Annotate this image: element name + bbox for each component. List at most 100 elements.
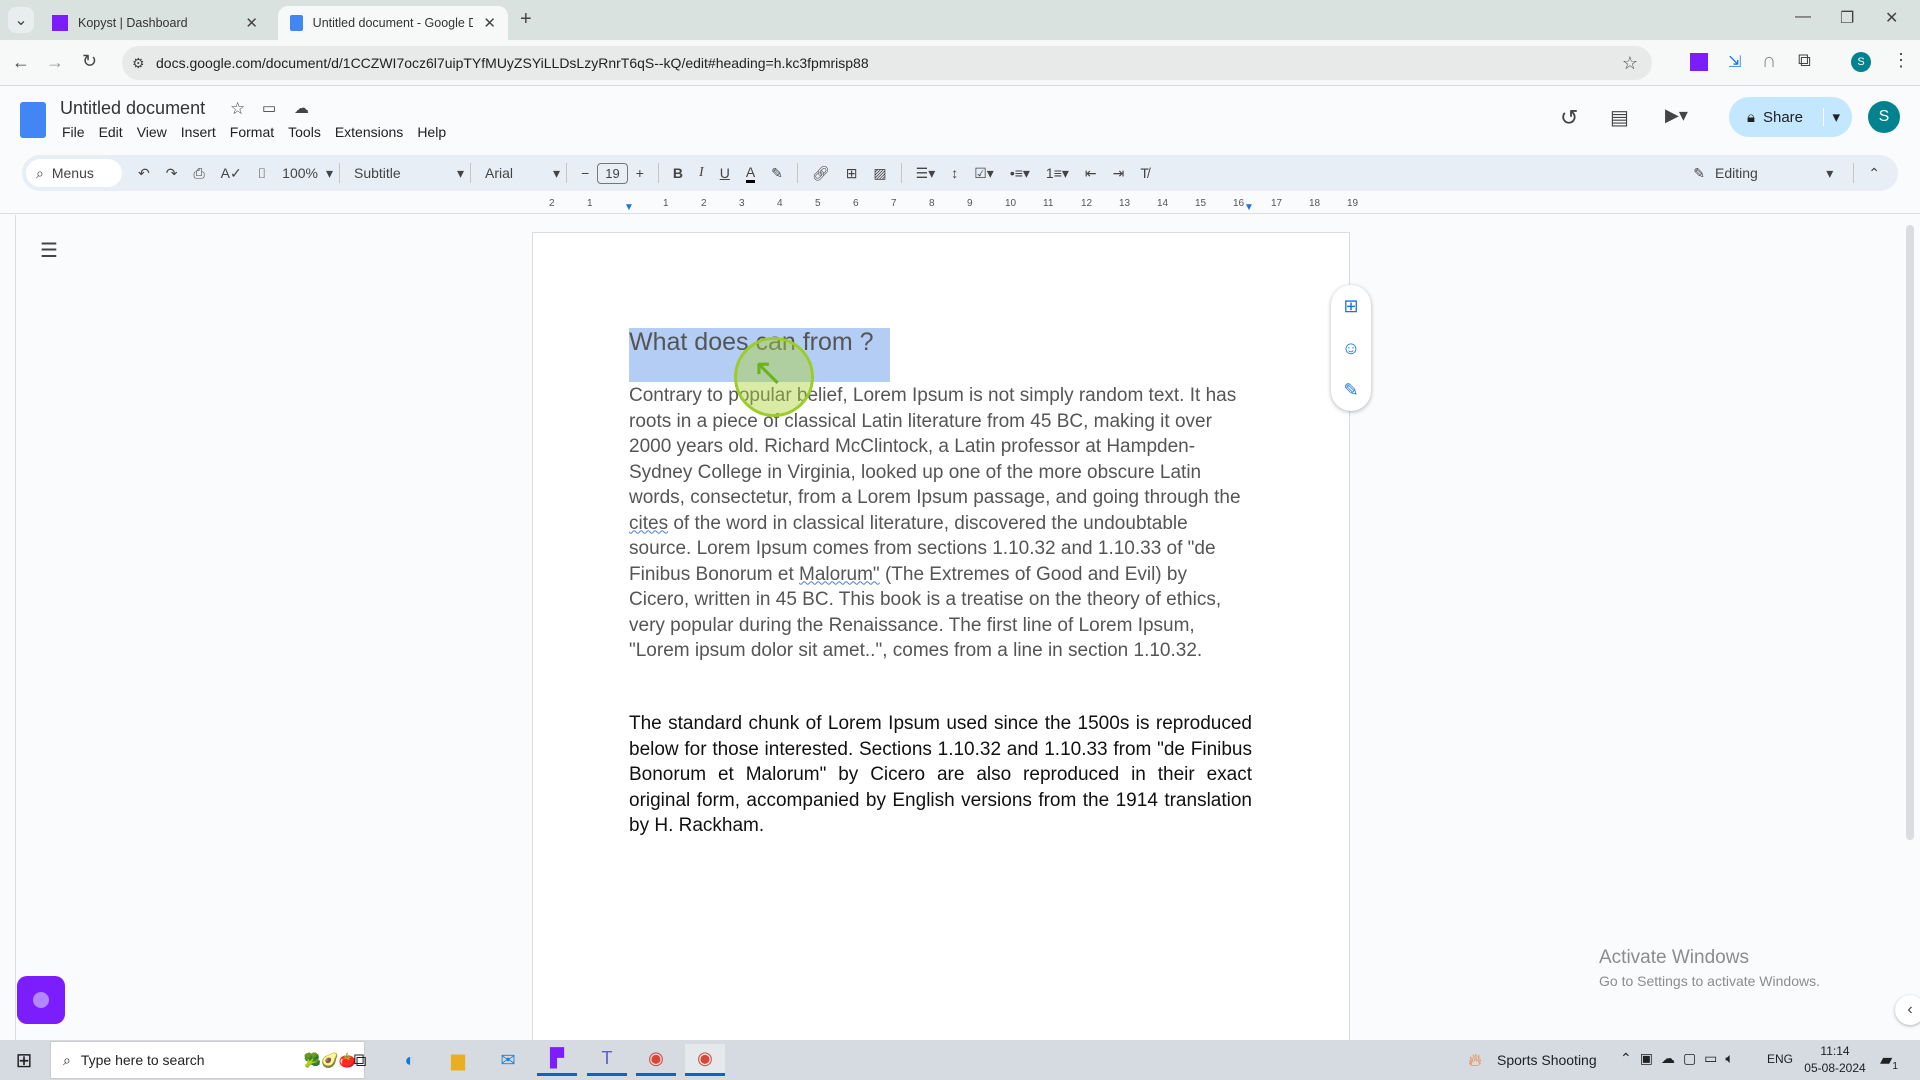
scrollbar[interactable] <box>1906 225 1914 840</box>
share-dropdown-icon[interactable]: ▾ <box>1823 108 1840 126</box>
new-tab-icon[interactable]: + <box>520 8 532 31</box>
menu-format[interactable]: Format <box>230 124 274 140</box>
suggest-edits-icon[interactable]: ✎ <box>1343 380 1358 401</box>
style-select[interactable]: Subtitle <box>354 165 449 181</box>
chrome-a-icon[interactable]: ◉ <box>636 1044 676 1076</box>
clock[interactable]: 11:14 05-08-2024 <box>1800 1043 1870 1077</box>
extensions-puzzle-icon[interactable]: ⧉ <box>1798 50 1811 71</box>
menu-view[interactable]: View <box>137 124 167 140</box>
decrease-font-icon[interactable]: − <box>581 165 589 181</box>
back-icon[interactable]: ← <box>12 52 30 73</box>
link-icon[interactable]: 🔗︎ <box>812 165 830 182</box>
editing-mode-select[interactable]: ✎ Editing ▾ <box>1693 165 1833 182</box>
close-window-icon[interactable]: ✕ <box>1885 8 1898 28</box>
tab-google-docs[interactable]: Untitled document - Google Docs ✕ <box>278 6 508 40</box>
menu-insert[interactable]: Insert <box>181 124 216 140</box>
increase-indent-icon[interactable]: ⇥ <box>1113 165 1125 182</box>
decrease-indent-icon[interactable]: ⇤ <box>1085 165 1097 182</box>
close-tab-icon[interactable]: ✕ <box>245 14 258 32</box>
redo-icon[interactable]: ↷ <box>166 165 178 182</box>
profile-avatar[interactable]: S <box>1851 52 1871 72</box>
account-avatar[interactable]: S <box>1868 101 1900 133</box>
kopyst-taskbar-icon[interactable]: ▛ <box>537 1044 577 1076</box>
zoom-select[interactable]: 100% <box>282 165 318 181</box>
minimize-icon[interactable]: — <box>1795 8 1811 26</box>
file-explorer-icon[interactable]: ▆ <box>438 1044 478 1076</box>
emoji-reaction-icon[interactable]: ☺ <box>1342 338 1360 359</box>
weather-label[interactable]: Sports Shooting <box>1497 1052 1597 1068</box>
mail-icon[interactable]: ✉ <box>488 1044 528 1076</box>
menus-search[interactable]: ⌕ Menus <box>26 159 122 187</box>
add-comment-icon[interactable]: ⊞ <box>846 165 858 182</box>
paint-format-icon[interactable]: ⌷ <box>258 165 266 182</box>
menu-help[interactable]: Help <box>417 124 446 140</box>
task-view-icon-glyph[interactable]: ⧉ <box>340 1044 380 1076</box>
print-icon[interactable]: ⎙ <box>193 165 204 182</box>
extension-icon[interactable]: ⇲ <box>1728 52 1741 72</box>
add-comment-icon[interactable]: ⊞ <box>1343 296 1358 317</box>
vertical-ruler[interactable] <box>0 215 16 1040</box>
increase-font-icon[interactable]: + <box>636 165 644 181</box>
reload-icon[interactable]: ↻ <box>82 51 97 72</box>
spellcheck-icon[interactable]: A✓ <box>221 165 242 182</box>
font-size-input[interactable]: 19 <box>597 162 628 184</box>
font-select[interactable]: Arial <box>485 165 545 181</box>
move-folder-icon[interactable]: ▭ <box>262 99 276 117</box>
highlight-icon[interactable]: ✎ <box>771 165 783 182</box>
paragraph-1[interactable]: Contrary to popular belief, Lorem Ipsum … <box>629 383 1252 664</box>
insert-image-icon[interactable]: ▨ <box>873 165 886 182</box>
paragraph-2[interactable]: The standard chunk of Lorem Ipsum used s… <box>629 711 1252 839</box>
more-menu-icon[interactable]: ⋮ <box>1892 50 1910 71</box>
underline-icon[interactable]: U <box>720 165 730 181</box>
extension-arch-icon[interactable]: ∩ <box>1762 50 1776 73</box>
menu-edit[interactable]: Edit <box>99 124 123 140</box>
restore-icon[interactable]: ❐ <box>1840 8 1854 28</box>
left-indent-marker[interactable]: ▼ <box>624 202 634 213</box>
system-tray-icons[interactable]: ⌃▣☁▢▭🔈︎ <box>1620 1050 1742 1067</box>
italic-icon[interactable]: I <box>699 165 704 181</box>
text-color-icon[interactable]: A <box>745 164 756 183</box>
kopyst-icon <box>52 15 68 31</box>
language-indicator[interactable]: ENG <box>1767 1052 1793 1066</box>
search-icon: ⌕ <box>36 164 44 181</box>
windows-start-icon[interactable]: ⊞ <box>4 1044 44 1076</box>
side-panel-toggle[interactable]: ‹ <box>1895 995 1920 1025</box>
close-tab-icon[interactable]: ✕ <box>483 14 496 32</box>
star-icon[interactable]: ☆ <box>230 99 245 119</box>
undo-icon[interactable]: ↶ <box>138 165 150 182</box>
tab-search-button[interactable]: ⌄ <box>8 7 34 33</box>
version-history-icon[interactable]: ↺ <box>1560 105 1578 131</box>
cloud-saved-icon[interactable]: ☁ <box>294 99 309 117</box>
right-indent-marker[interactable]: ▼ <box>1244 202 1254 213</box>
kopyst-extension-icon[interactable] <box>1690 53 1708 71</box>
docs-logo-icon[interactable] <box>20 102 46 138</box>
document-title[interactable]: Untitled document <box>60 98 205 119</box>
bookmark-star-icon[interactable]: ☆ <box>1622 46 1638 80</box>
horizontal-ruler[interactable]: 2 1 1 2 3 4 5 6 7 8 9 10 11 12 13 14 15 16 17 18 19 ▼ ▼ <box>532 198 1358 214</box>
forward-icon[interactable]: → <box>46 52 64 73</box>
clear-formatting-icon[interactable]: T̸ <box>1140 165 1149 181</box>
notifications-icon[interactable]: ▰1 <box>1880 1050 1898 1072</box>
kopyst-widget-button[interactable] <box>17 976 65 1024</box>
menu-file[interactable]: File <box>62 124 85 140</box>
bulleted-list-icon[interactable]: •≡▾ <box>1010 165 1030 182</box>
bold-icon[interactable]: B <box>673 165 683 181</box>
collapse-toolbar-icon[interactable]: ⌃ <box>1868 165 1880 182</box>
chrome-s-icon[interactable]: ◉ <box>685 1044 725 1076</box>
share-button[interactable]: 🔒︎ Share ▾ <box>1729 97 1852 137</box>
url-input[interactable]: ⚙ docs.google.com/document/d/1CCZWI7ocz6… <box>122 46 1652 80</box>
menu-extensions[interactable]: Extensions <box>335 124 403 140</box>
site-info-icon[interactable]: ⚙ <box>132 46 145 80</box>
meet-icon[interactable]: ▶▾ <box>1665 105 1688 126</box>
edge-icon[interactable]: ◐ <box>390 1044 430 1076</box>
numbered-list-icon[interactable]: 1≡▾ <box>1046 165 1069 182</box>
align-icon[interactable]: ☰▾ <box>916 165 936 182</box>
comments-icon[interactable]: ▤ <box>1610 105 1629 130</box>
taskbar-search[interactable]: ⌕ Type here to search 🥦🥑🍅 <box>50 1041 365 1079</box>
checklist-icon[interactable]: ☑▾ <box>974 165 994 182</box>
menu-tools[interactable]: Tools <box>288 124 321 140</box>
line-spacing-icon[interactable]: ↕ <box>951 165 958 181</box>
outline-icon[interactable]: ☰ <box>40 238 58 263</box>
teams-icon[interactable]: T <box>587 1044 627 1076</box>
tab-kopyst[interactable]: Kopyst | Dashboard ✕ <box>40 6 270 40</box>
